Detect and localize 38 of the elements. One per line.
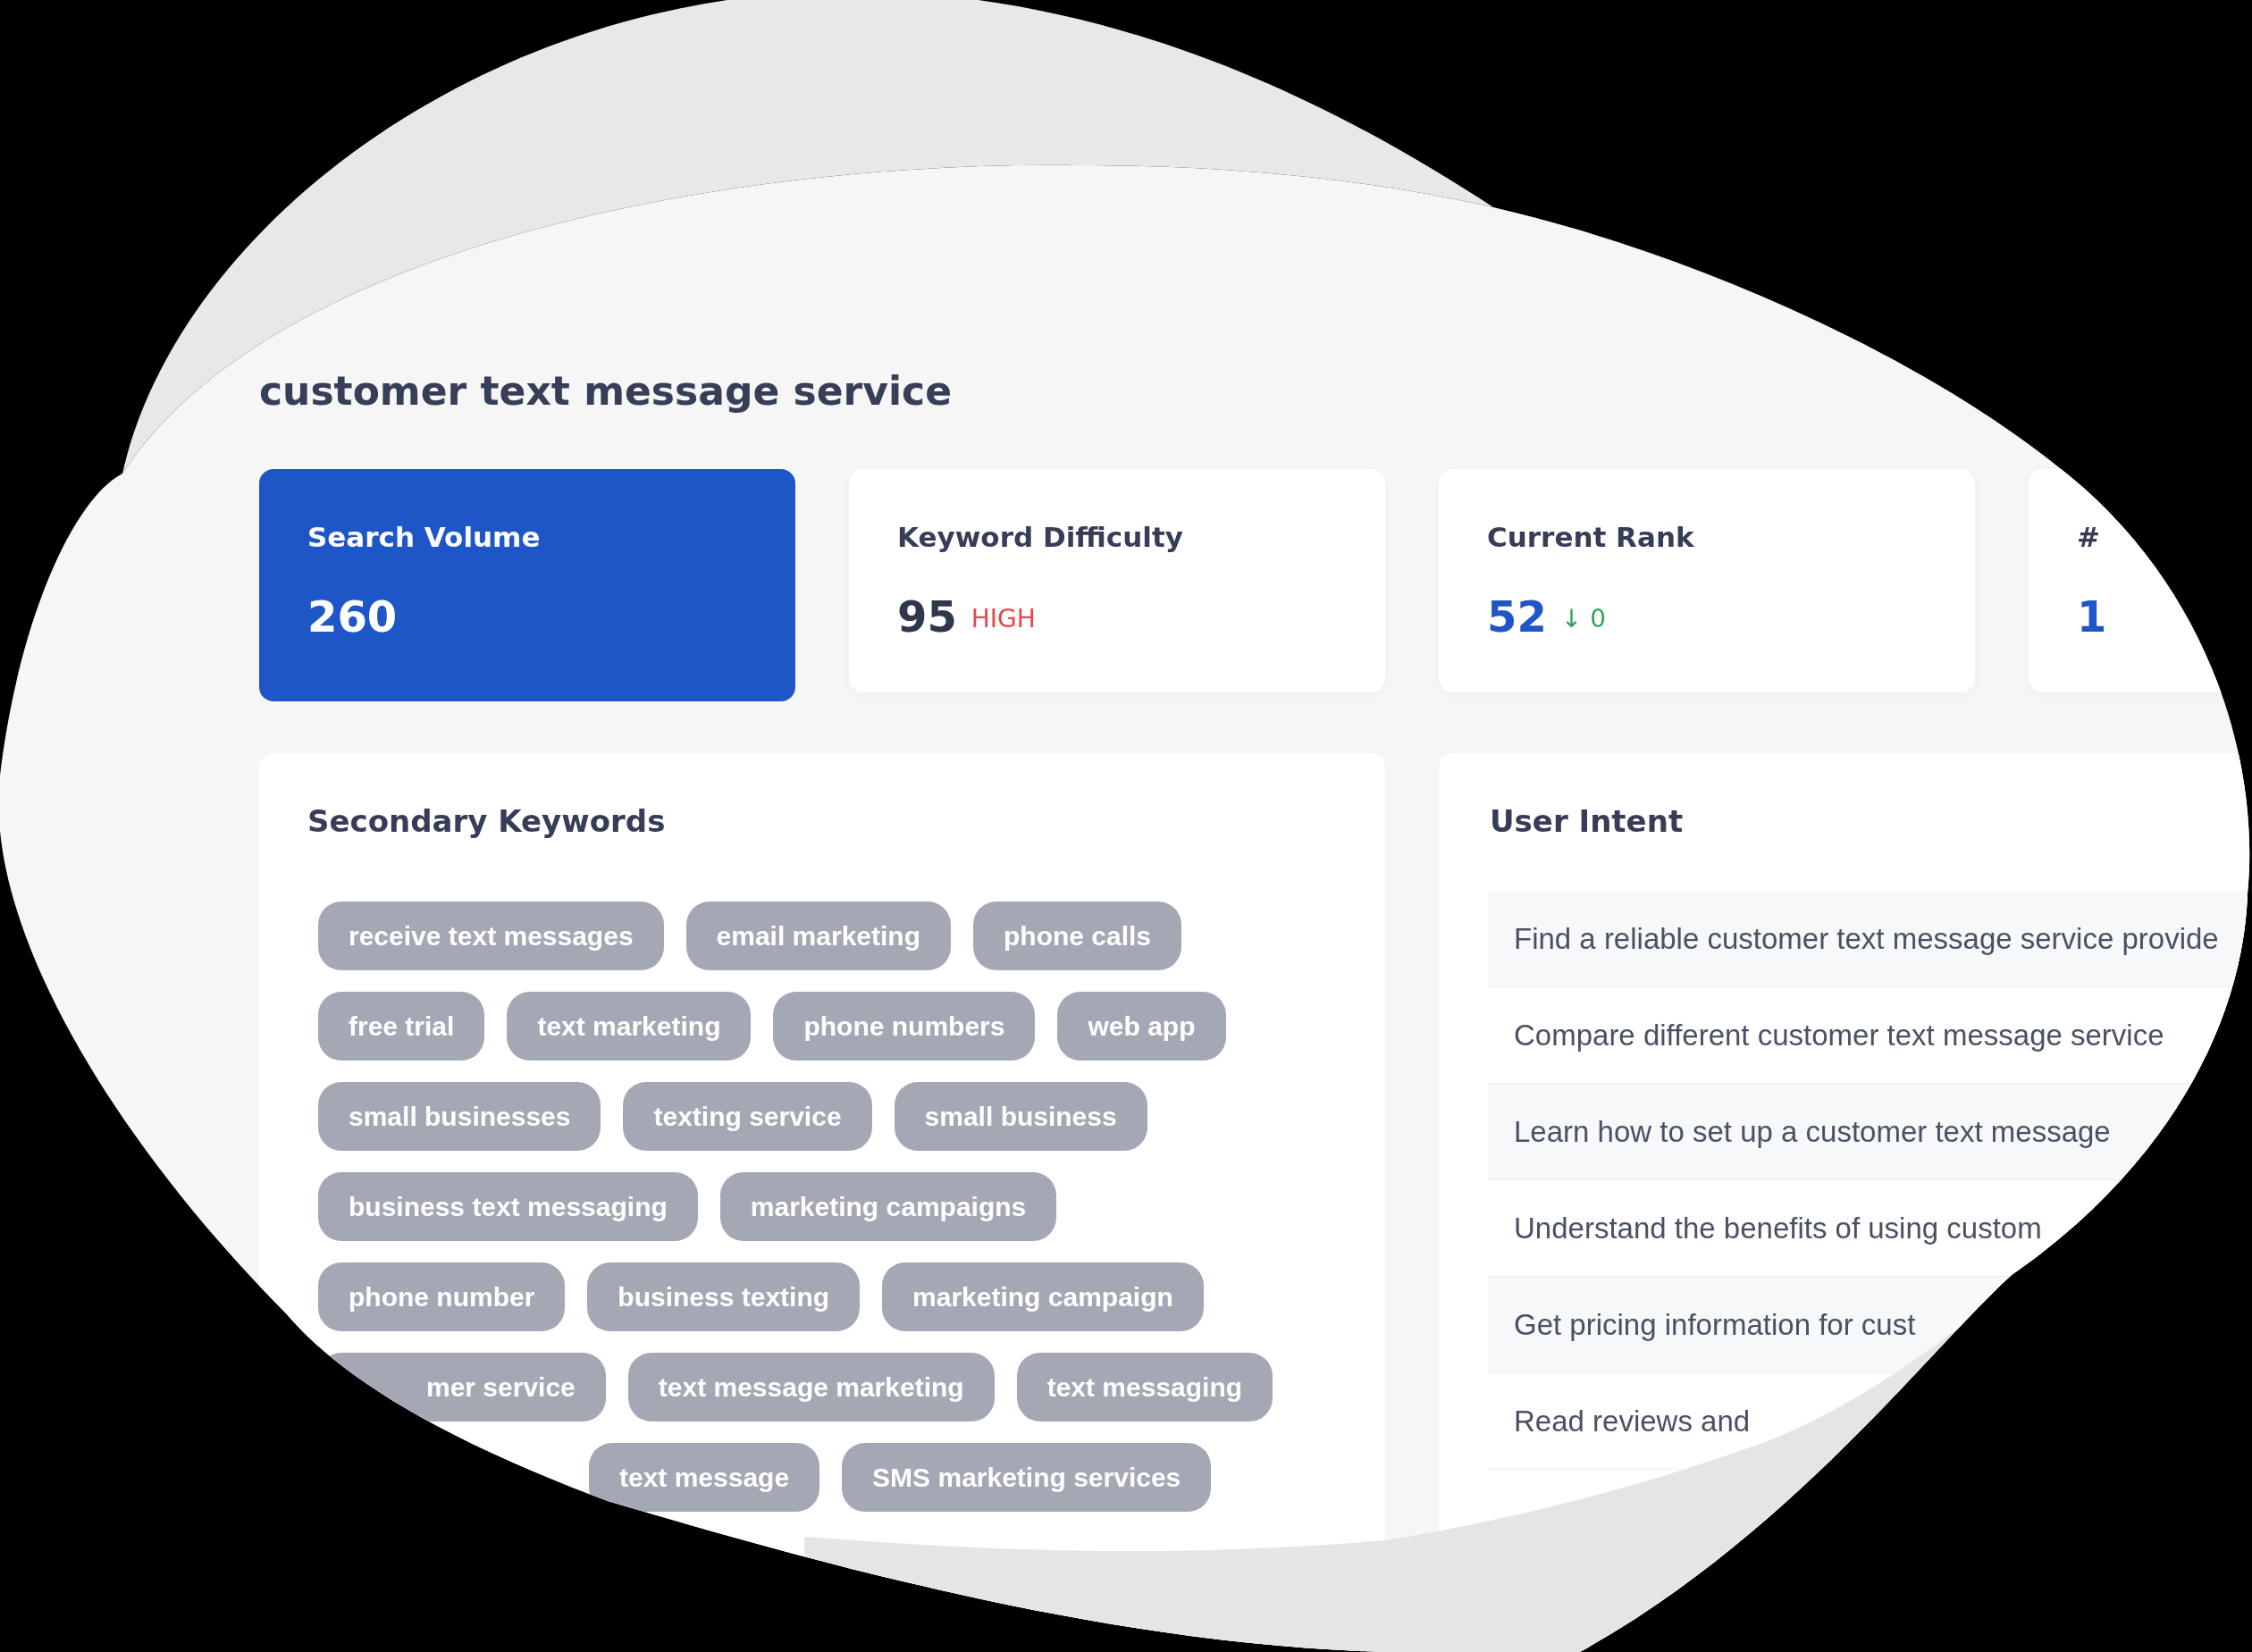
page-title: customer text message service (259, 368, 952, 415)
keyword-tag: free trial (318, 992, 485, 1061)
keyword-tag: marketing campaigns (719, 1172, 1057, 1241)
metric-value: 1 (2077, 591, 2107, 642)
intent-item: Learn how to set up a customer text message (1514, 1113, 2111, 1150)
metric-value: 52 (1487, 591, 1547, 642)
keyword-tag: marketing campaign (882, 1262, 1204, 1331)
keyword-tag: web app (1057, 992, 1226, 1061)
metric-label: # (2077, 520, 2100, 555)
keyword-tag: text message (589, 1443, 820, 1512)
metric-label: Search Volume (307, 520, 541, 555)
rank-change: ↓ 0 (1560, 604, 1606, 634)
keyword-tag: SMS marketing services (842, 1443, 1212, 1512)
keyword-tag: business text messaging (318, 1172, 698, 1241)
intent-item: Find a reliable customer text message service provide (1514, 920, 2219, 957)
difficulty-rating: HIGH (971, 604, 1036, 634)
intent-item: Read reviews and (1514, 1403, 1751, 1439)
keyword-tag: phone calls (973, 901, 1182, 970)
metric-value: 260 (307, 591, 398, 642)
intent-item: Get pricing information for cust (1514, 1306, 1916, 1343)
keyword-tag: business texting (587, 1262, 861, 1331)
keyword-tag: phone number (318, 1262, 566, 1331)
keyword-tag: email marketing (685, 901, 951, 970)
section-heading: User Intent (1490, 803, 1684, 839)
keyword-tag: text message marketing (627, 1353, 995, 1421)
keyword-tag: text messaging (1016, 1353, 1273, 1421)
section-heading: Secondary Keywords (307, 803, 666, 839)
intent-item: Compare different customer text message service (1514, 1017, 2164, 1053)
keyword-tag: texting service (623, 1082, 872, 1151)
metric-label: Current Rank (1487, 520, 1694, 555)
intent-item: Understand the benefits of using custom (1514, 1210, 2042, 1246)
keyword-tag: small business (894, 1082, 1147, 1151)
metric-label: Keyword Difficulty (897, 520, 1183, 555)
keyword-tag: receive text messages (318, 901, 664, 970)
keyword-tag: text marketing (507, 992, 752, 1061)
keyword-tag: phone numbers (773, 992, 1036, 1061)
metric-value: 95 (897, 591, 957, 642)
keyword-tag: small businesses (318, 1082, 601, 1151)
